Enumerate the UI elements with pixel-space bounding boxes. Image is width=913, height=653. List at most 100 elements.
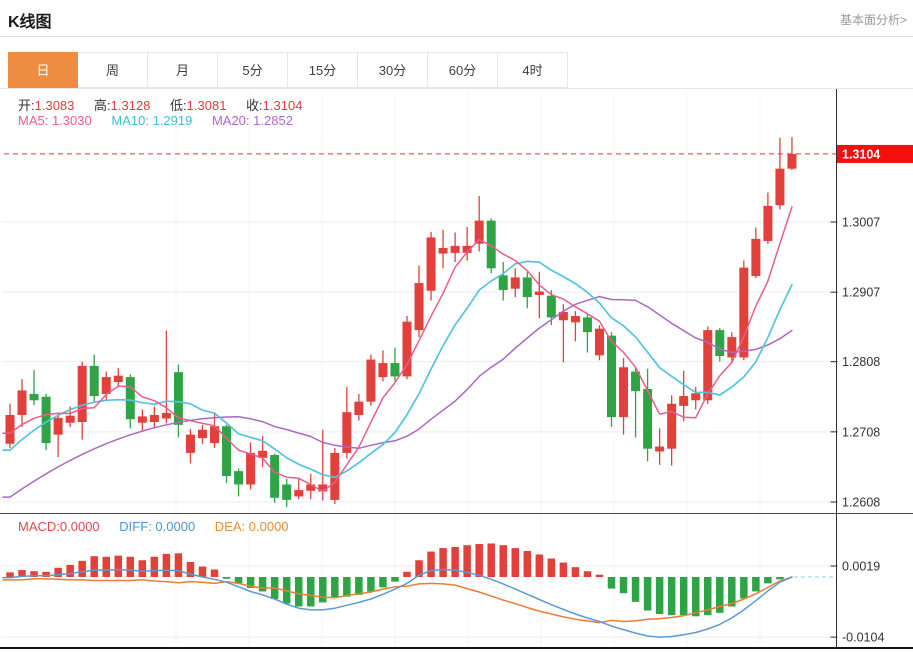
macd-bar bbox=[548, 559, 556, 577]
price-tick-label: 1.2608 bbox=[842, 496, 880, 510]
macd-bar bbox=[367, 577, 375, 591]
tab-30分[interactable]: 30分 bbox=[358, 52, 428, 88]
macd-tick-label: -0.0104 bbox=[842, 631, 884, 645]
price-tick-label: 1.2907 bbox=[842, 286, 880, 300]
candle-body bbox=[66, 416, 75, 423]
macd-bar bbox=[199, 567, 207, 577]
macd-bar bbox=[175, 553, 183, 577]
macd-bar bbox=[656, 577, 664, 614]
macd-bar bbox=[572, 567, 580, 577]
tab-15分[interactable]: 15分 bbox=[288, 52, 358, 88]
tab-5分[interactable]: 5分 bbox=[218, 52, 288, 88]
macd-bar bbox=[78, 561, 86, 577]
candle-body bbox=[715, 330, 724, 356]
price-tick-label: 1.2808 bbox=[842, 355, 880, 369]
candle-body bbox=[583, 317, 592, 332]
macd-bar bbox=[151, 557, 159, 577]
macd-bar bbox=[776, 577, 784, 579]
macd-bar bbox=[343, 577, 351, 597]
macd-bar bbox=[475, 544, 483, 577]
candle-body bbox=[511, 277, 520, 288]
macd-bar bbox=[536, 554, 544, 577]
candle-body bbox=[607, 336, 616, 417]
macd-bar bbox=[487, 543, 495, 577]
macd-bar bbox=[163, 554, 171, 577]
candle-body bbox=[378, 363, 387, 377]
header-divider bbox=[0, 36, 913, 37]
tab-周[interactable]: 周 bbox=[78, 52, 148, 88]
macd-bar bbox=[524, 551, 532, 577]
page-title: K线图 bbox=[8, 8, 52, 32]
macd-bar bbox=[451, 547, 459, 577]
candle-body bbox=[222, 426, 231, 476]
candle-body bbox=[54, 418, 63, 435]
macd-bar bbox=[379, 577, 387, 587]
candle-body bbox=[390, 363, 399, 376]
tab-60分[interactable]: 60分 bbox=[428, 52, 498, 88]
macd-bar bbox=[740, 577, 748, 598]
candle-body bbox=[535, 291, 544, 295]
macd-bar bbox=[427, 552, 435, 577]
candle-body bbox=[126, 377, 135, 419]
macd-bar bbox=[512, 548, 520, 577]
chart-canvas[interactable]: 1.3007 1.2907 1.2808 1.2708 1.2608 0.0019 -0.0… bbox=[0, 89, 913, 653]
macd-bar bbox=[391, 577, 399, 582]
current-price-badge-label: 1.3104 bbox=[842, 147, 880, 161]
macd-bar bbox=[223, 577, 231, 579]
candle-body bbox=[90, 366, 99, 396]
candle-body bbox=[366, 360, 375, 402]
macd-bar bbox=[439, 548, 447, 577]
candle-body bbox=[439, 248, 448, 254]
macd-bar bbox=[620, 577, 628, 593]
candle-body bbox=[30, 394, 39, 400]
ma5-line bbox=[3, 207, 792, 491]
candle-body bbox=[595, 329, 604, 356]
macd-bar bbox=[331, 577, 339, 598]
price-tick-label: 1.2708 bbox=[842, 425, 880, 439]
macd-bar bbox=[355, 577, 363, 595]
candle-body bbox=[354, 402, 363, 415]
candle-body bbox=[198, 430, 207, 438]
candle-body bbox=[751, 239, 760, 276]
candle-body bbox=[78, 366, 87, 422]
candle-body bbox=[619, 367, 628, 417]
candle-body bbox=[523, 277, 532, 297]
candle-body bbox=[547, 296, 556, 318]
macd-bar bbox=[90, 556, 98, 577]
tab-日[interactable]: 日 bbox=[8, 52, 78, 88]
candle-body bbox=[571, 316, 580, 322]
macd-bar bbox=[752, 577, 760, 591]
candle-body bbox=[499, 275, 508, 290]
macd-bar bbox=[680, 577, 688, 615]
kline-widget: K线图 基本面分析> 日周月5分15分30分60分4时 1.3007 1.2907… bbox=[0, 0, 913, 653]
macd-bar bbox=[307, 577, 315, 606]
fundamental-analysis-link[interactable]: 基本面分析> bbox=[840, 11, 907, 28]
candle-body bbox=[234, 471, 243, 484]
candle-body bbox=[150, 415, 159, 422]
macd-tick-label: 0.0019 bbox=[842, 560, 880, 574]
macd-bar bbox=[6, 572, 14, 577]
tab-4时[interactable]: 4时 bbox=[498, 52, 568, 88]
candle-body bbox=[667, 404, 676, 449]
candle-body bbox=[270, 455, 279, 498]
macd-bar bbox=[102, 557, 110, 577]
candle-body bbox=[427, 237, 436, 290]
macd-bar bbox=[211, 569, 219, 577]
tab-月[interactable]: 月 bbox=[148, 52, 218, 88]
candle-body bbox=[691, 393, 700, 400]
period-tabs: 日周月5分15分30分60分4时 bbox=[0, 52, 913, 89]
candle-body bbox=[186, 435, 195, 453]
candle-body bbox=[6, 415, 15, 444]
macd-bar bbox=[632, 577, 640, 602]
macd-bar bbox=[644, 577, 652, 611]
candle-body bbox=[451, 246, 460, 253]
macd-bar bbox=[692, 577, 700, 616]
macd-bar bbox=[764, 577, 772, 583]
macd-bar bbox=[319, 577, 327, 602]
candle-body bbox=[162, 413, 171, 419]
macd-bar bbox=[295, 577, 303, 606]
candle-body bbox=[138, 416, 147, 422]
macd-bar bbox=[403, 572, 411, 577]
macd-bar bbox=[115, 556, 123, 577]
price-tick-label: 1.3007 bbox=[842, 216, 880, 230]
